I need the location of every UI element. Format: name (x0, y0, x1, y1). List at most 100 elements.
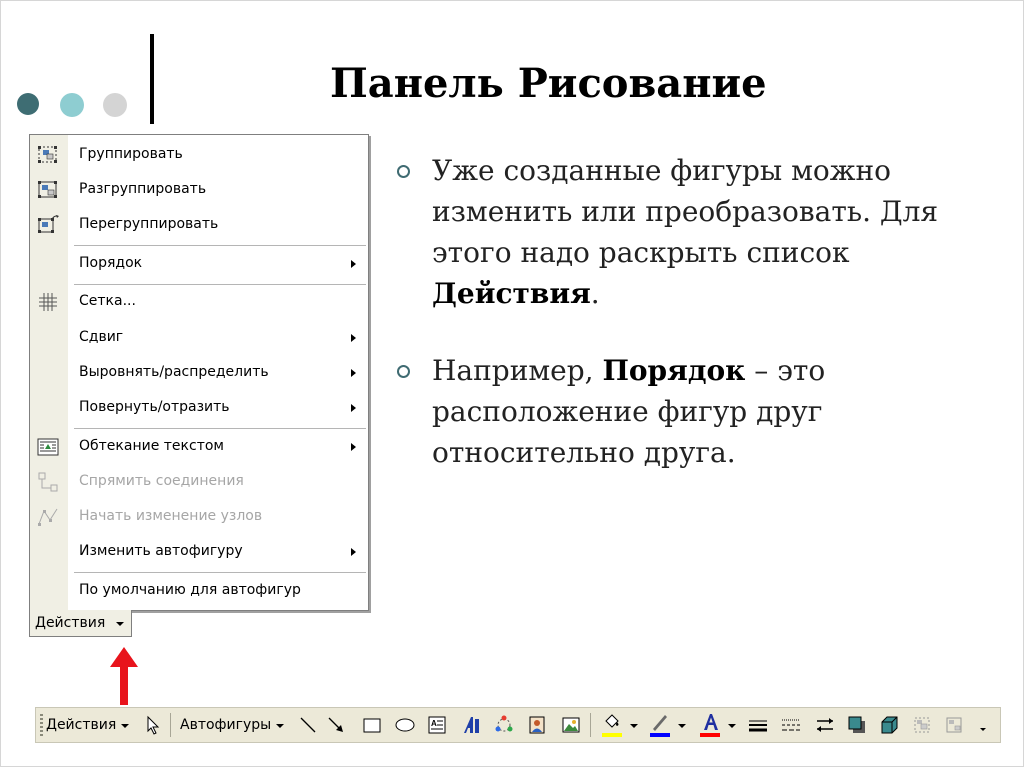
menu-item-regroup[interactable]: Перегруппировать (30, 210, 368, 240)
toolbar-actions-label: Действия (46, 717, 117, 733)
decor-dot-1 (17, 93, 39, 115)
drawing-toolbar: Действия Автофигуры A (35, 707, 1001, 743)
fill-color-button[interactable] (602, 708, 642, 742)
group-icon[interactable] (912, 715, 932, 735)
rectangle-icon[interactable] (362, 715, 382, 735)
bullet-bold-text: Действия (432, 277, 591, 310)
dash-style-icon[interactable] (781, 715, 801, 735)
shadow-icon[interactable] (847, 715, 867, 735)
menu-item-grid[interactable]: Сетка... (30, 287, 368, 317)
menu-item-label: Выровнять/распределить (79, 364, 269, 380)
dropdown-arrow-icon (121, 724, 129, 728)
toolbar-options-arrow-icon[interactable] (980, 728, 986, 731)
line-color-swatch (650, 733, 670, 737)
menu-item-label: Перегруппировать (79, 216, 219, 232)
menu-item-label: Изменить автофигуру (79, 543, 243, 559)
menu-item-label: Сдвиг (79, 329, 124, 345)
menu-item-label: По умолчанию для автофигур (79, 582, 301, 598)
clipart-icon[interactable] (527, 715, 547, 735)
font-color-icon (704, 714, 718, 730)
line-icon[interactable] (298, 715, 318, 735)
font-color-button[interactable] (700, 708, 740, 742)
menu-item-label: Начать изменение узлов (79, 508, 263, 524)
menu-separator (74, 284, 366, 285)
submenu-arrow-icon (351, 443, 356, 451)
regroup-icon (38, 215, 59, 233)
dropdown-arrow-icon (678, 724, 686, 728)
reroute-connectors-icon (38, 472, 58, 492)
menu-item-ungroup[interactable]: Разгруппировать (30, 175, 368, 205)
menu-item-label: Группировать (79, 146, 183, 162)
menu-item-label: Разгруппировать (79, 181, 207, 197)
menu-item-label: Спрямить соединения (79, 473, 244, 489)
arrow-style-icon[interactable] (815, 715, 835, 735)
bullet-item: Уже созданные фигуры можно изменить или … (395, 150, 995, 314)
menu-item-reroute-connectors: Спрямить соединения (30, 467, 368, 497)
toolbar-grip[interactable] (40, 714, 43, 736)
ungroup-icon[interactable] (944, 715, 964, 735)
3d-icon[interactable] (879, 715, 899, 735)
bullet-marker-icon (397, 165, 410, 178)
text-wrap-icon (37, 438, 59, 456)
red-pointer-arrow (110, 647, 138, 705)
menu-item-group[interactable]: Группировать (30, 140, 368, 170)
menu-item-nudge[interactable]: Сдвиг (30, 323, 368, 353)
menu-item-label: Сетка... (79, 293, 136, 309)
font-color-swatch (700, 733, 720, 737)
menu-item-order[interactable]: Порядок (30, 249, 368, 279)
toolbar-autoshapes-label: Автофигуры (180, 717, 272, 733)
line-color-button[interactable] (650, 708, 690, 742)
title-accent-bar (150, 34, 154, 124)
menu-item-label: Повернуть/отразить (79, 399, 230, 415)
toolbar-actions-button[interactable]: Действия (46, 708, 132, 742)
line-color-icon (653, 715, 667, 731)
bullet-marker-icon (397, 365, 410, 378)
oval-icon[interactable] (395, 715, 415, 735)
decor-dot-2 (60, 93, 84, 117)
grid-icon (39, 293, 57, 311)
menu-item-text-wrap[interactable]: Обтекание текстом (30, 432, 368, 462)
submenu-arrow-icon (351, 260, 356, 268)
textbox-icon[interactable]: A (427, 715, 447, 735)
toolbar-separator (170, 713, 171, 737)
toolbar-autoshapes-button[interactable]: Автофигуры (180, 708, 286, 742)
select-pointer-icon[interactable] (143, 715, 163, 735)
bullet-text: . (590, 277, 600, 310)
submenu-arrow-icon (351, 334, 356, 342)
diagram-icon[interactable] (494, 715, 514, 735)
menu-item-autoshape-defaults[interactable]: По умолчанию для автофигур (30, 576, 368, 606)
ungroup-icon (38, 181, 57, 198)
bullet-item: Например, Порядок – это расположение фиг… (395, 350, 995, 473)
actions-menu-button[interactable]: Действия (29, 610, 132, 637)
bullet-text: Например, (432, 354, 603, 387)
svg-text:A: A (431, 719, 437, 728)
arrow-icon[interactable] (326, 715, 346, 735)
picture-icon[interactable] (561, 715, 581, 735)
actions-menu: Группировать Разгруппировать Перегруппир… (29, 134, 369, 611)
menu-item-label: Порядок (79, 255, 143, 271)
dropdown-arrow-icon (630, 724, 638, 728)
wordart-icon[interactable] (461, 715, 481, 735)
group-icon (38, 146, 57, 163)
bullet-text: Уже созданные фигуры можно изменить или … (432, 154, 939, 269)
menu-separator (74, 245, 366, 246)
menu-item-edit-points: Начать изменение узлов (30, 502, 368, 532)
fill-color-icon (605, 714, 619, 728)
actions-button-label: Действия (35, 615, 106, 631)
toolbar-separator (590, 713, 591, 737)
fill-color-swatch (602, 733, 622, 737)
menu-item-align-distribute[interactable]: Выровнять/распределить (30, 358, 368, 388)
menu-item-rotate-flip[interactable]: Повернуть/отразить (30, 393, 368, 423)
dropdown-arrow-icon (276, 724, 284, 728)
slide-title: Панель Рисование (330, 60, 767, 107)
slide-body: Уже созданные фигуры можно изменить или … (395, 150, 995, 509)
submenu-arrow-icon (351, 404, 356, 412)
dropdown-arrow-icon (116, 622, 124, 626)
menu-separator (74, 428, 366, 429)
decor-dot-3 (103, 93, 127, 117)
dropdown-arrow-icon (728, 724, 736, 728)
line-style-icon[interactable] (748, 715, 768, 735)
menu-separator (74, 572, 366, 573)
submenu-arrow-icon (351, 369, 356, 377)
menu-item-change-autoshape[interactable]: Изменить автофигуру (30, 537, 368, 567)
